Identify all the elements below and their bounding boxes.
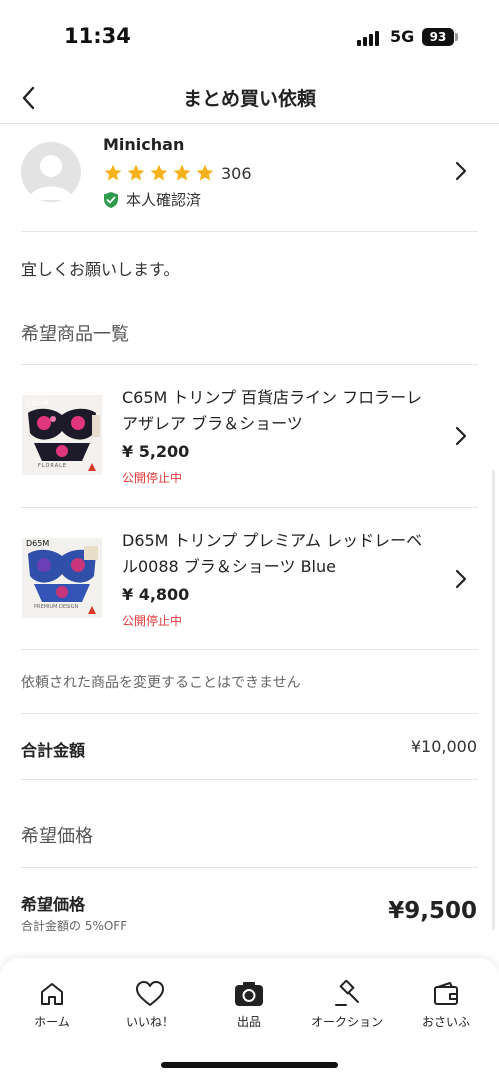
thumbnail-caption: PREMIUM DESIGN [34,604,79,610]
thumbnail-caption: FLORALE [38,463,68,469]
total-label: 合計金額 [21,741,86,760]
item-status: 公開停止中 [122,614,183,628]
tab-label: ホーム [34,1015,70,1029]
divider [21,779,478,780]
item-status: 公開停止中 [122,471,183,485]
home-indicator [161,1062,338,1068]
list-item[interactable]: D65M PREMIUM DESIGN D65M トリンプ プレミアム レッドレ… [0,508,499,650]
tab-label: おさいふ [421,1015,470,1029]
item-price: ¥ 4,800 [122,585,190,604]
wallet-icon [434,982,458,1005]
camera-icon [235,982,263,1006]
tab-wallet[interactable]: おさいふ [401,980,491,1030]
shield-check-icon [104,191,118,208]
tab-label: オークション [310,1015,383,1029]
gavel-icon [335,980,359,1006]
home-icon [41,983,63,1005]
seller-card[interactable]: Minichan 306 本人確認済 [0,125,499,231]
tab-home[interactable]: ホーム [7,980,97,1030]
chevron-right-icon [455,569,467,593]
rating-count: 306 [221,163,252,183]
nav-header: まとめ買い依頼 [0,76,499,124]
tab-auction[interactable]: オークション [302,980,392,1030]
divider [21,231,478,232]
total-value: ¥10,000 [410,737,477,756]
tab-sell[interactable]: 出品 [204,980,294,1030]
verified-badge: 本人確認済 [103,189,201,210]
chevron-right-icon [455,426,467,450]
scrollbar[interactable] [492,470,495,930]
battery-icon: 93 [422,28,454,46]
item-price: ¥ 5,200 [122,442,190,461]
heart-icon [136,981,164,1006]
star-icon [173,164,191,181]
tab-label: 出品 [236,1015,261,1029]
status-bar: 11:34 5G 93 [0,0,499,76]
chevron-right-icon [455,161,467,185]
rating-stars: 306 [103,163,252,183]
thumbnail-size-label: D65M [26,539,50,548]
signal-icon [357,30,383,46]
desired-price-value: ¥9,500 [388,898,477,924]
notice-text: 依頼された商品を変更することはできません [21,675,301,691]
status-time: 11:34 [64,24,131,48]
page-title: まとめ買い依頼 [182,88,316,110]
thumbnail-size-label: C65M [26,398,49,407]
tab-likes[interactable]: いいね！ [105,980,195,1030]
tab-label: いいね！ [125,1015,174,1029]
seller-name: Minichan [103,135,185,154]
item-title: D65M トリンプ プレミアム レッドレーベル0088 ブラ＆ショーツ Blue [122,531,423,576]
divider [21,867,478,868]
battery-level: 93 [429,30,447,44]
verified-label: 本人確認済 [126,191,202,209]
avatar [21,142,81,202]
battery-tip [455,33,458,41]
star-icon [104,164,122,181]
divider [21,649,478,650]
desired-price-sub: 合計金額の 5%OFF [21,919,128,933]
star-icon [196,164,214,181]
items-section-title: 希望商品一覧 [21,324,129,345]
divider [21,713,478,714]
item-title: C65M トリンプ 百貨店ライン フロラーレ アザレア ブラ＆ショーツ [122,388,423,433]
desired-price-section-title: 希望価格 [21,826,93,847]
list-item[interactable]: C65M FLORALE C65M トリンプ 百貨店ライン フロラーレ アザレア… [0,365,499,507]
desired-price-label: 希望価格 [21,895,86,914]
network-type: 5G [390,27,415,46]
request-message: 宜しくお願いします。 [21,260,180,279]
star-icon [150,164,168,181]
star-icon [127,164,145,181]
